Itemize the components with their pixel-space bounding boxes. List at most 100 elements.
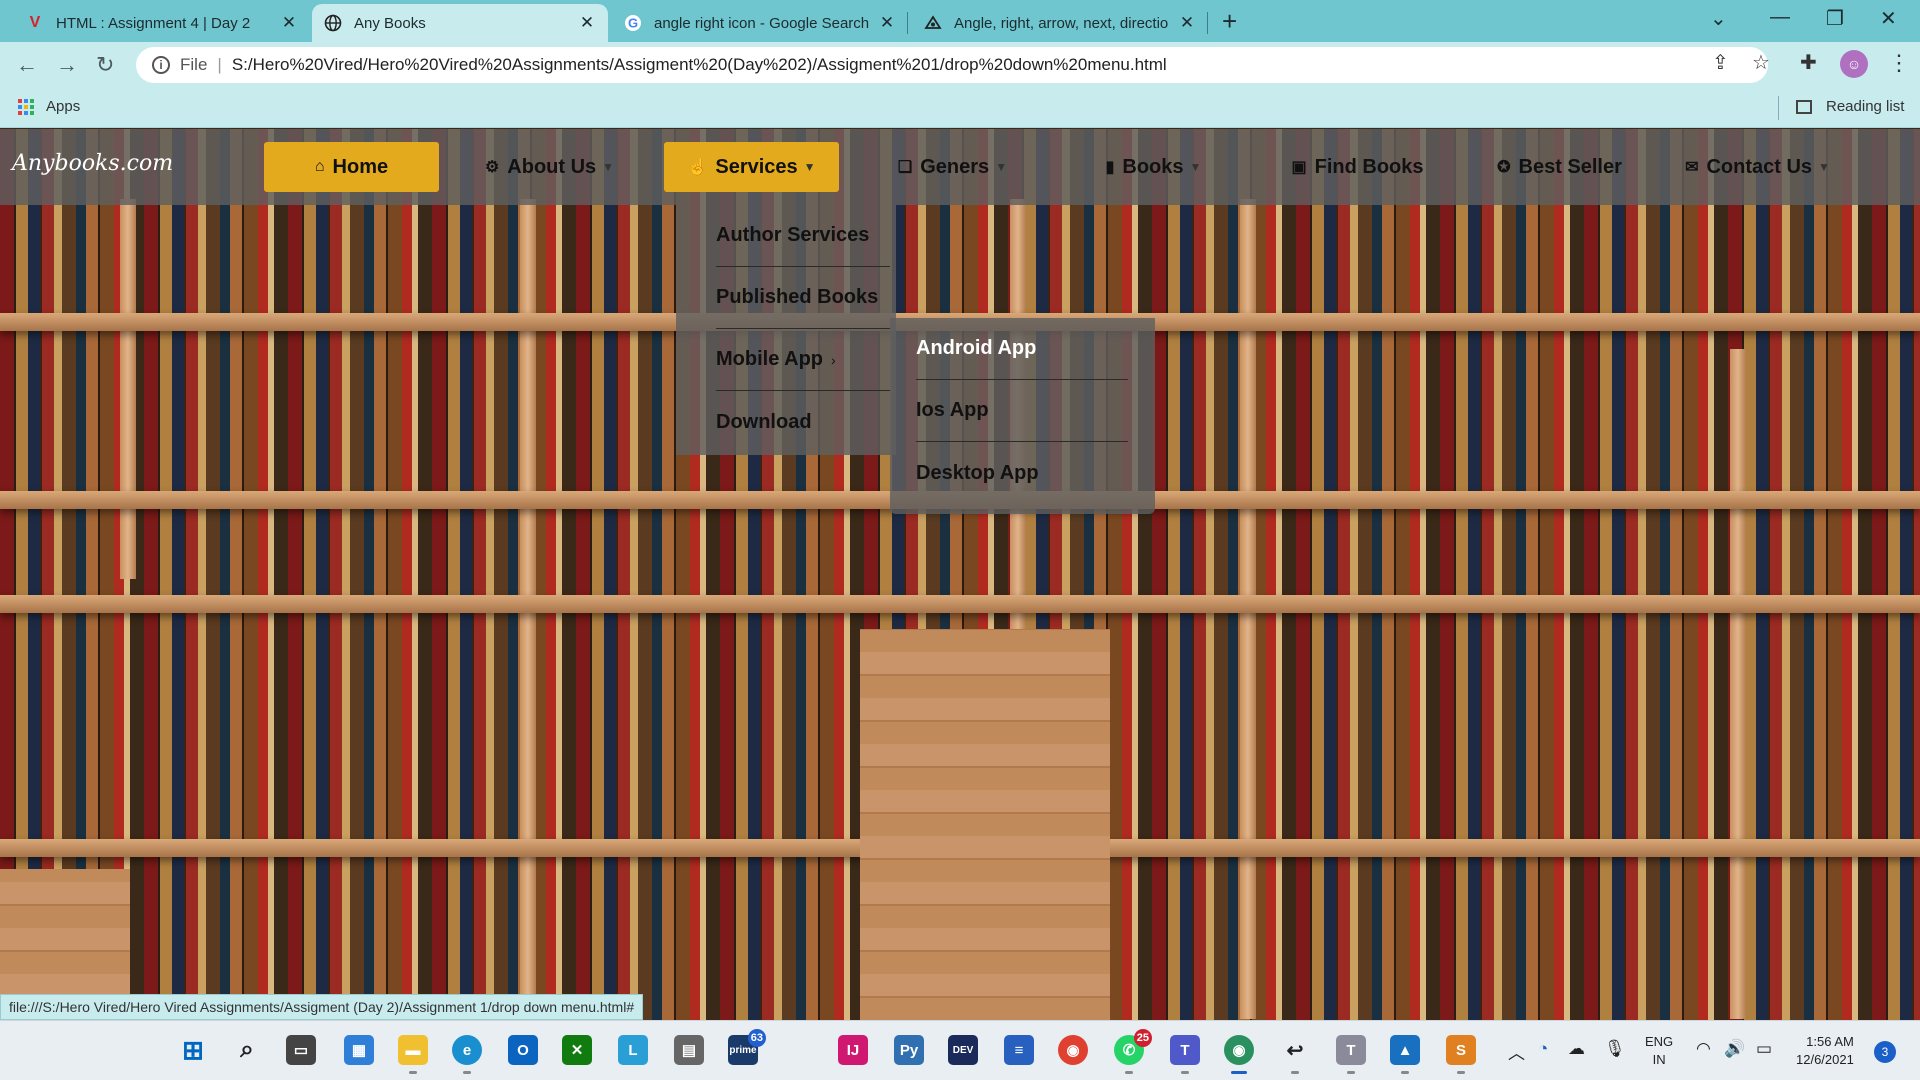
tab-title: angle right icon - Google Search	[654, 14, 870, 32]
language-indicator[interactable]: ENG IN	[1645, 1033, 1673, 1069]
tab-separator	[1207, 12, 1208, 34]
submenu-label: Desktop App	[916, 461, 1039, 484]
notification-badge[interactable]: 3	[1874, 1041, 1896, 1063]
back-arrow-icon[interactable]: ←	[16, 52, 38, 78]
close-icon[interactable]: ✕	[578, 13, 596, 33]
minimize-icon[interactable]: —	[1770, 6, 1790, 29]
nav-contact-us[interactable]: ✉ Contact Us ▼	[1670, 142, 1845, 192]
cloud-icon[interactable]: ☁	[1568, 1039, 1585, 1059]
nav-services[interactable]: ☝ Services ▼	[664, 142, 839, 192]
submenu-label: Ios App	[916, 399, 989, 421]
tab-iconscout[interactable]: Angle, right, arrow, next, directio ✕	[912, 4, 1208, 42]
python-icon[interactable]: Py	[894, 1035, 924, 1065]
xbox-icon[interactable]: ✕	[562, 1035, 592, 1065]
l-app-icon[interactable]: L	[618, 1035, 648, 1065]
apps-grid-icon	[18, 98, 34, 115]
search-icon[interactable]: ⌕	[232, 1035, 262, 1065]
bookmarks-bar: Apps Reading list	[0, 88, 1920, 128]
new-tab-button[interactable]: +	[1222, 6, 1237, 37]
nav-geners[interactable]: ❏ Geners ▼	[865, 142, 1040, 192]
dropdown-label: Author Services	[716, 224, 870, 246]
handshake-icon: ✉	[1685, 159, 1699, 176]
file-explorer-icon[interactable]: ▬	[398, 1035, 428, 1074]
intellij-icon[interactable]: IJ	[838, 1035, 868, 1065]
chevron-down-icon: ▼	[803, 160, 816, 174]
notepad-icon[interactable]: ≡	[1004, 1035, 1034, 1065]
battery-icon[interactable]: ▭	[1756, 1039, 1772, 1059]
dropdown-mobile-app[interactable]: Mobile App ›	[716, 329, 890, 391]
volume-icon[interactable]: 🔊	[1724, 1039, 1745, 1059]
nav-home[interactable]: ⌂ Home	[264, 142, 439, 192]
running-indicator	[1401, 1071, 1409, 1074]
iconscout-icon	[924, 14, 942, 32]
teams-icon[interactable]: T	[1170, 1035, 1200, 1074]
tab-separator	[907, 12, 908, 34]
nav-best-seller[interactable]: ✪ Best Seller	[1472, 142, 1647, 192]
chevron-up-icon[interactable]: ︿	[1508, 1039, 1525, 1064]
task-view-icon[interactable]: ▭	[286, 1035, 316, 1065]
remote-app-icon[interactable]: ↩	[1280, 1035, 1310, 1074]
dev-app-icon[interactable]: DEV	[948, 1035, 978, 1065]
nav-label: Best Seller	[1518, 155, 1622, 178]
url-text: S:/Hero%20Vired/Hero%20Vired%20Assignmen…	[231, 55, 1167, 74]
separator: |	[217, 55, 222, 74]
nav-about-us[interactable]: ⚙ About Us ▼	[462, 142, 637, 192]
edge-icon[interactable]: e	[452, 1035, 482, 1074]
maximize-icon[interactable]: ❐	[1826, 6, 1844, 31]
forward-arrow-icon[interactable]: →	[56, 52, 78, 78]
star-icon[interactable]: ☆	[1752, 50, 1770, 75]
apps-bookmark[interactable]: Apps	[18, 98, 80, 115]
bookmark-separator	[1778, 96, 1779, 120]
profile-avatar[interactable]: ☺	[1840, 50, 1868, 78]
submenu-label: Android App	[916, 337, 1037, 359]
dropdown-label: Download	[716, 410, 812, 433]
widgets-icon[interactable]: ▦	[344, 1035, 374, 1065]
address-bar[interactable]: i File | S:/Hero%20Vired/Hero%20Vired%20…	[136, 47, 1768, 83]
badge-count: 25	[1133, 1029, 1152, 1047]
dropdown-download[interactable]: Download	[716, 391, 890, 453]
system-clock[interactable]: 1:56 AM 12/6/2021	[1796, 1033, 1854, 1069]
submenu-ios-app[interactable]: Ios App	[916, 380, 1128, 442]
windows-start-icon[interactable]: ⊞	[178, 1035, 208, 1065]
submenu-android-app[interactable]: Android App	[916, 318, 1128, 380]
close-icon[interactable]: ✕	[878, 13, 896, 33]
apps-label: Apps	[46, 98, 81, 115]
close-icon[interactable]: ✕	[280, 13, 298, 33]
tab-google-search[interactable]: G angle right icon - Google Search ✕	[612, 4, 908, 42]
photos-icon[interactable]: ▲	[1390, 1035, 1420, 1074]
tab-search-icon[interactable]: ⌄	[1710, 6, 1727, 31]
reload-icon[interactable]: ↻	[96, 52, 114, 78]
menu-kebab-icon[interactable]: ⋮	[1888, 50, 1910, 76]
site-logo[interactable]: Anybooks.com	[12, 151, 173, 176]
wifi-icon[interactable]: ◠	[1696, 1039, 1711, 1059]
nav-books[interactable]: ▮ Books ▼	[1066, 142, 1241, 192]
dropdown-author-services[interactable]: Author Services	[716, 205, 890, 267]
close-icon[interactable]: ✕	[1178, 13, 1196, 33]
outlook-icon[interactable]: O	[508, 1035, 538, 1065]
nav-find-books[interactable]: ▣ Find Books	[1270, 142, 1445, 192]
hand-icon: ☝	[687, 159, 708, 176]
submenu-desktop-app[interactable]: Desktop App	[916, 442, 1128, 504]
share-icon[interactable]: ⇪	[1712, 50, 1729, 75]
badge-count: 63	[747, 1029, 766, 1047]
services-dropdown: Author Services Published Books Mobile A…	[676, 205, 896, 455]
link-status-bubble: file:///S:/Hero Vired/Hero Vired Assignm…	[0, 994, 644, 1020]
window-close-icon[interactable]: ✕	[1880, 6, 1897, 31]
extensions-icon[interactable]: ✚	[1800, 50, 1817, 75]
clock-app-icon[interactable]: ◔	[1538, 1039, 1548, 1059]
whatsapp-icon[interactable]: ✆ 25	[1114, 1029, 1152, 1074]
tab-assignment[interactable]: V HTML : Assignment 4 | Day 2 ✕	[14, 4, 310, 42]
info-icon[interactable]: i	[152, 56, 170, 74]
reading-list-icon	[1796, 99, 1812, 114]
chrome-icon[interactable]: ◉	[1058, 1035, 1088, 1065]
running-indicator	[463, 1071, 471, 1074]
microphone-icon[interactable]: 🎙	[1604, 1039, 1626, 1059]
system-app-icon[interactable]: ▤	[674, 1035, 704, 1065]
tab-any-books[interactable]: Any Books ✕	[312, 4, 608, 42]
sublime-icon[interactable]: S	[1446, 1035, 1476, 1074]
chrome-profile-icon[interactable]: ◉	[1224, 1035, 1254, 1074]
reading-list-button[interactable]: Reading list	[1796, 98, 1904, 115]
prime-video-icon[interactable]: prime 63	[728, 1029, 766, 1065]
dropdown-published-books[interactable]: Published Books	[716, 267, 890, 329]
typora-icon[interactable]: T	[1336, 1035, 1366, 1074]
